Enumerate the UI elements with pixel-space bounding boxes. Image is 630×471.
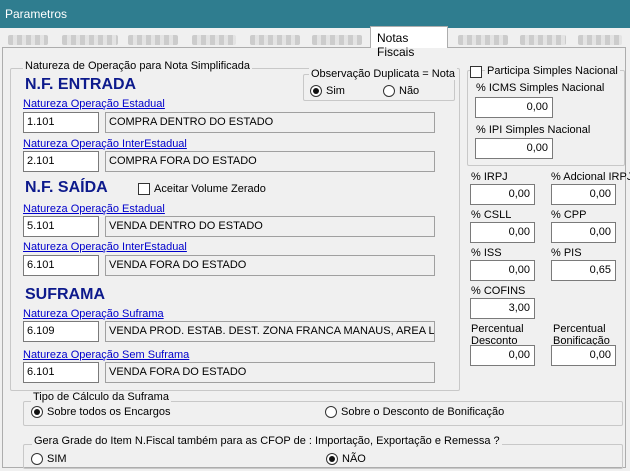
gera-grade-label: Gera Grade do Item N.Fiscal também para … [32,435,502,447]
tab-hidden[interactable] [458,35,508,45]
calculo-desconto-bonificacao-label[interactable]: Sobre o Desconto de Bonificação [341,406,504,418]
obs-duplicata-nao-label[interactable]: Não [399,85,419,97]
calculo-todos-encargos-radio[interactable] [31,406,43,418]
desconto-input[interactable]: 0,00 [470,345,535,366]
calculo-desconto-bonificacao-radio[interactable] [325,406,337,418]
saida-estadual-desc: VENDA DENTRO DO ESTADO [105,216,435,237]
csll-input[interactable]: 0,00 [470,222,535,243]
cofins-input[interactable]: 3,00 [470,298,535,319]
entrada-estadual-code[interactable]: 1.101 [23,112,99,133]
tab-hidden[interactable] [192,35,236,45]
icms-simples-label: % ICMS Simples Nacional [476,82,605,94]
window-title: Parametros [5,7,68,21]
entrada-interestadual-desc: COMPRA FORA DO ESTADO [105,151,435,172]
nf-entrada-heading: N.F. ENTRADA [25,76,137,93]
ipi-simples-input[interactable]: 0,00 [475,138,553,159]
bonificacao-input[interactable]: 0,00 [551,345,616,366]
pis-label: % PIS [551,247,582,259]
natureza-group-label: Natureza de Operação para Nota Simplific… [23,60,253,72]
cpp-input[interactable]: 0,00 [551,222,616,243]
entrada-estadual-desc: COMPRA DENTRO DO ESTADO [105,112,435,133]
suframa-heading: SUFRAMA [25,286,105,303]
adicional-irpj-input[interactable]: 0,00 [551,184,616,205]
gera-grade-sim-radio[interactable] [31,453,43,465]
entrada-estadual-link[interactable]: Natureza Operação Estadual [23,98,165,110]
desconto-label-line1: Percentual [471,323,524,335]
cpp-label: % CPP [551,209,587,221]
tab-notas-fiscais-label: Notas Fiscais [377,31,415,59]
saida-estadual-code[interactable]: 5.101 [23,216,99,237]
tab-hidden[interactable] [8,35,48,45]
pis-input[interactable]: 0,65 [551,260,616,281]
calculo-todos-encargos-label[interactable]: Sobre todos os Encargos [47,406,171,418]
tab-hidden[interactable] [62,35,118,45]
sem-suframa-desc: VENDA FORA DO ESTADO [105,362,435,383]
saida-estadual-link[interactable]: Natureza Operação Estadual [23,203,165,215]
cofins-label: % COFINS [471,285,526,297]
calculo-suframa-label: Tipo de Cálculo da Suframa [31,391,171,403]
aceitar-volume-zerado-checkbox[interactable] [138,183,150,195]
irpj-input[interactable]: 0,00 [470,184,535,205]
sem-suframa-link[interactable]: Natureza Operação Sem Suframa [23,349,189,361]
obs-duplicata-label: Observação Duplicata = Nota [309,68,457,80]
tab-notas-fiscais[interactable]: Notas Fiscais [370,26,448,59]
tab-hidden[interactable] [128,35,178,45]
saida-interestadual-link[interactable]: Natureza Operação InterEstadual [23,241,187,253]
entrada-interestadual-link[interactable]: Natureza Operação InterEstadual [23,138,187,150]
gera-grade-nao-radio[interactable] [326,453,338,465]
obs-duplicata-sim-label[interactable]: Sim [326,85,345,97]
suframa-desc: VENDA PROD. ESTAB. DEST. ZONA FRANCA MAN… [105,321,435,342]
gera-grade-sim-label[interactable]: SIM [47,453,67,465]
notas-fiscais-panel: Natureza de Operação para Nota Simplific… [2,47,630,469]
csll-label: % CSLL [471,209,512,221]
adicional-irpj-label: % Adcional IRPJ [551,171,630,183]
suframa-link[interactable]: Natureza Operação Suframa [23,308,164,320]
window-title-bar: Parametros [0,0,630,28]
irpj-label: % IRPJ [471,171,508,183]
saida-interestadual-desc: VENDA FORA DO ESTADO [105,255,435,276]
gera-grade-group [23,444,623,469]
iss-input[interactable]: 0,00 [470,260,535,281]
tab-hidden[interactable] [578,35,622,45]
tab-hidden[interactable] [250,35,300,45]
ipi-simples-label: % IPI Simples Nacional [476,124,591,136]
participa-simples-label[interactable]: Participa Simples Nacional [485,65,620,77]
suframa-code[interactable]: 6.109 [23,321,99,342]
saida-interestadual-code[interactable]: 6.101 [23,255,99,276]
aceitar-volume-zerado-label[interactable]: Aceitar Volume Zerado [154,183,266,195]
iss-label: % ISS [471,247,502,259]
gera-grade-nao-label[interactable]: NÃO [342,453,366,465]
obs-duplicata-sim-radio[interactable] [310,85,322,97]
tab-hidden[interactable] [312,35,362,45]
tab-hidden[interactable] [520,35,566,45]
obs-duplicata-nao-radio[interactable] [383,85,395,97]
entrada-interestadual-code[interactable]: 2.101 [23,151,99,172]
sem-suframa-code[interactable]: 6.101 [23,362,99,383]
bonificacao-label-line1: Percentual [553,323,606,335]
icms-simples-input[interactable]: 0,00 [475,97,553,118]
nf-saida-heading: N.F. SAÍDA [25,179,108,196]
participa-simples-checkbox[interactable] [470,66,482,78]
